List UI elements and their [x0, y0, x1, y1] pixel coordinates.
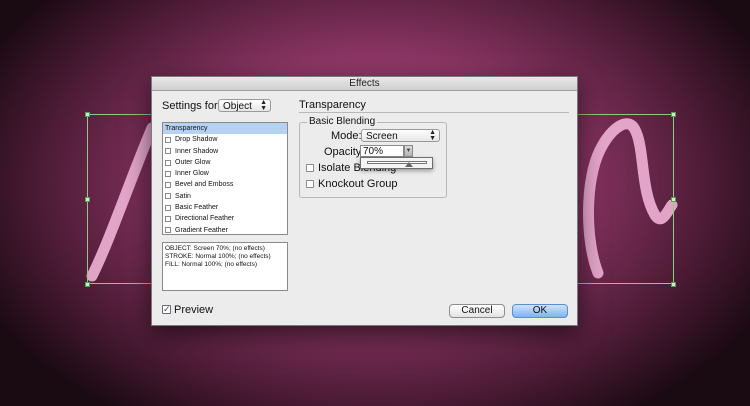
effects-list-item[interactable]: Satin	[163, 191, 287, 202]
effects-dialog: Effects Settings for: Object ▲ ▼ Transpar…	[151, 76, 578, 326]
effects-list-item[interactable]: Basic Feather	[163, 202, 287, 213]
selection-handle-ml[interactable]	[85, 197, 90, 202]
opacity-slider-popup[interactable]	[360, 157, 433, 169]
isolate-blending-checkbox[interactable]	[306, 164, 314, 172]
effects-list-item[interactable]: Outer Glow	[163, 157, 287, 168]
effect-label: Drop Shadow	[175, 136, 218, 144]
summary-line: FILL: Normal 100%; (no effects)	[165, 260, 258, 268]
effects-list-item[interactable]: Directional Feather	[163, 213, 287, 224]
mode-value: Screen	[366, 131, 398, 142]
opacity-slider-toggle[interactable]: ▼	[404, 145, 413, 157]
effect-checkbox[interactable]	[165, 216, 171, 223]
preview-checkbox[interactable]: ✓	[162, 305, 171, 314]
settings-for-select[interactable]: Object ▲ ▼	[218, 99, 271, 112]
opacity-slider-thumb[interactable]	[405, 162, 413, 167]
basic-blending-label: Basic Blending	[307, 116, 378, 127]
effects-summary: OBJECT: Screen 70%; (no effects) STROKE:…	[162, 242, 288, 291]
effect-checkbox[interactable]	[165, 136, 171, 143]
summary-line: STROKE: Normal 100%; (no effects)	[165, 252, 271, 260]
effect-checkbox[interactable]	[165, 182, 171, 189]
popup-arrows-icon: ▲ ▼	[429, 129, 436, 142]
effects-list-item[interactable]: Gradient Feather	[163, 225, 287, 234]
effects-list: Transparency Drop Shadow Inner Shadow Outer…	[162, 122, 288, 235]
selection-handle-tr[interactable]	[671, 112, 676, 117]
knockout-group-label: Knockout Group	[318, 178, 398, 190]
settings-for-label: Settings for:	[162, 100, 221, 112]
effects-list-item[interactable]: Bevel and Emboss	[163, 179, 287, 190]
ok-button[interactable]: OK	[512, 304, 568, 318]
opacity-slider-track[interactable]	[367, 161, 427, 164]
effect-label: Directional Feather	[175, 215, 235, 223]
section-divider	[299, 112, 569, 113]
checkmark-icon: ✓	[163, 304, 171, 314]
effect-checkbox[interactable]	[165, 227, 171, 234]
effect-label: Bevel and Emboss	[175, 181, 234, 189]
summary-line: OBJECT: Screen 70%; (no effects)	[165, 245, 265, 252]
mode-select[interactable]: Screen ▲ ▼	[361, 129, 440, 142]
popup-arrows-icon: ▲ ▼	[260, 99, 267, 112]
settings-for-value: Object	[223, 101, 252, 112]
section-title: Transparency	[299, 99, 366, 111]
dialog-title: Effects	[152, 77, 577, 91]
effect-checkbox[interactable]	[165, 170, 171, 177]
selection-handle-tl[interactable]	[85, 112, 90, 117]
effects-list-item[interactable]: Inner Glow	[163, 168, 287, 179]
mode-label: Mode:	[331, 130, 362, 142]
effect-label: Inner Shadow	[175, 147, 219, 155]
selection-handle-bl[interactable]	[85, 282, 90, 287]
effect-label: Outer Glow	[175, 158, 211, 166]
effect-label: Basic Feather	[175, 204, 219, 212]
effect-label: Satin	[175, 192, 191, 200]
effect-label: Transparency	[165, 125, 208, 132]
preview-label: Preview	[174, 304, 214, 316]
effect-label: Gradient Feather	[175, 226, 228, 234]
effect-label: Inner Glow	[175, 170, 209, 178]
effect-checkbox[interactable]	[165, 159, 171, 166]
effect-checkbox[interactable]	[165, 204, 171, 211]
effects-list-item[interactable]: Drop Shadow	[163, 134, 287, 145]
cancel-button[interactable]: Cancel	[449, 304, 505, 318]
opacity-label: Opacity:	[324, 146, 365, 158]
effects-list-item[interactable]: Transparency	[163, 123, 287, 135]
knockout-group-checkbox[interactable]	[306, 180, 314, 188]
effect-checkbox[interactable]	[165, 193, 171, 200]
effect-checkbox[interactable]	[165, 148, 171, 155]
opacity-field[interactable]: 70%	[360, 145, 404, 157]
effects-list-item[interactable]: Inner Shadow	[163, 146, 287, 157]
selection-handle-br[interactable]	[671, 282, 676, 287]
selection-handle-mr[interactable]	[671, 197, 676, 202]
